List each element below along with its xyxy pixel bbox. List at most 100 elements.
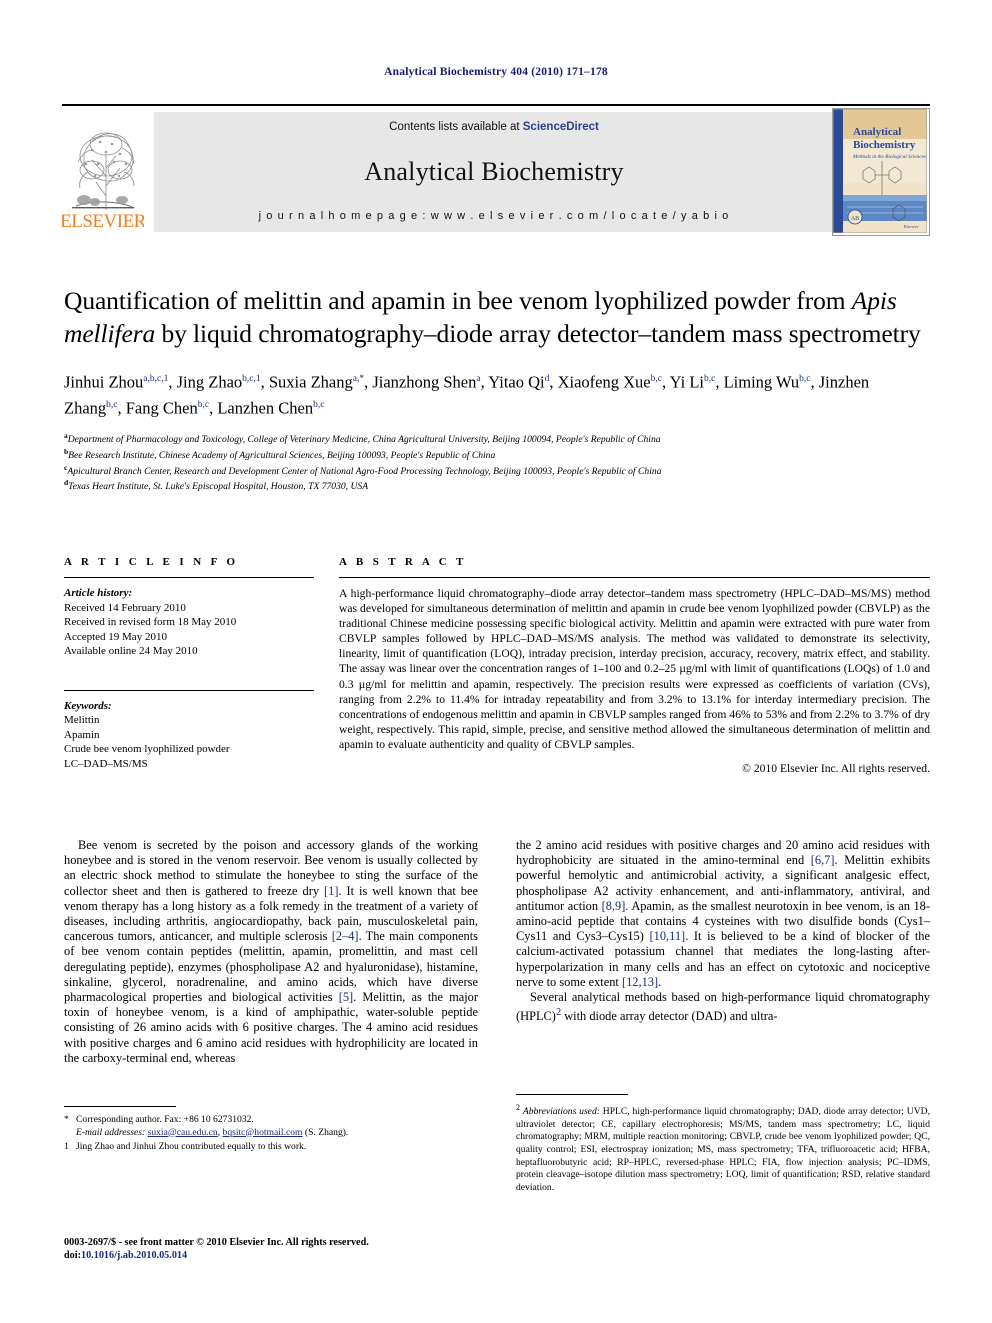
footnote-reference-marker[interactable]: 2 (556, 1007, 561, 1018)
keyword-item: Melittin (64, 714, 100, 726)
author-name: Jianzhong Shen (372, 372, 477, 392)
author-list: Jinhui Zhoua,b,c,1, Jing Zhaob,c,1, Suxi… (64, 372, 870, 418)
abbreviations-label: Abbreviations used: (522, 1106, 600, 1118)
author-affiliation-marker: a (476, 374, 481, 384)
abstract-text: A high-performance liquid chromatography… (339, 587, 930, 751)
svg-text:Methods in the Biological Scie: Methods in the Biological Sciences (852, 154, 926, 160)
abbreviations-marker: 2 (516, 1103, 520, 1112)
reference-citation[interactable]: [8,9] (602, 899, 626, 913)
abbreviations-footnote: 2 Abbreviations used: HPLC, high-perform… (516, 1102, 930, 1194)
reference-citation[interactable]: [12,13] (622, 975, 658, 989)
author-name: Jinhui Zhou (64, 372, 144, 392)
running-head: Analytical Biochemistry 404 (2010) 171–1… (384, 66, 608, 78)
affiliation-line: bBee Research Institute, Chinese Academy… (64, 446, 496, 461)
reference-citation[interactable]: [5] (339, 990, 353, 1004)
abbreviations-rule (516, 1094, 628, 1095)
contents-prefix: Contents lists available at (389, 121, 520, 133)
email-footnote: E-mail addresses: suxia@cau.edu.cn, bqsi… (64, 1127, 478, 1140)
email-attribution: (S. Zhang). (304, 1126, 349, 1138)
author-affiliation-marker: b,c (313, 399, 325, 410)
equal-contribution-marker: 1 (64, 1141, 69, 1153)
equal-contribution-footnote: 1 Jing Zhao and Jinhui Zhou contributed e… (64, 1141, 478, 1154)
affiliation-marker: a (64, 431, 68, 440)
article-history-item: Accepted 19 May 2010 (64, 630, 167, 643)
title-part-2: by liquid chromatography–diode array det… (155, 319, 921, 348)
left-footnotes: * Corresponding author. Fax: +86 10 62731… (64, 1106, 478, 1154)
article-info-heading: A R T I C L E I N F O (64, 556, 239, 568)
article-history-lines: Received 14 February 2010 Received in rev… (64, 601, 314, 659)
author-affiliation-marker: b,c (197, 399, 210, 410)
keywords-label: Keywords: (64, 699, 112, 712)
issn-line: 0003-2697/$ - see front matter © 2010 El… (64, 1237, 369, 1248)
author-name: Liming Wu (723, 372, 800, 392)
right-paragraphs: the 2 amino acid residues with positive … (516, 838, 930, 1025)
affiliation-marker: b (64, 446, 69, 456)
keyword-lines: Melittin Apamin Crude bee venom lyophilize… (64, 713, 314, 771)
article-info-column: A R T I C L E I N F O Article history: R… (64, 556, 314, 771)
keyword-item: LC–DAD–MS/MS (64, 757, 148, 770)
email-address-2[interactable]: bqsitc@hotmail.com (223, 1127, 303, 1138)
reference-citation[interactable]: [2–4] (332, 929, 359, 943)
author-affiliation-marker: b,c (704, 374, 716, 384)
body-paragraph: Bee venom is secreted by the poison and … (64, 838, 479, 1065)
title-part-1: Quantification of melittin and apamin in… (64, 286, 852, 315)
right-footnotes: 2 Abbreviations used: HPLC, high-perform… (516, 1094, 930, 1194)
body-column-left: Bee venom is secreted by the poison and … (64, 838, 478, 1152)
abstract-rule (339, 577, 930, 578)
article-history-item: Available online 24 May 2010 (64, 645, 198, 657)
journal-banner: Contents lists available at ScienceDirec… (154, 112, 834, 232)
author-name: Fang Chen (125, 398, 198, 417)
journal-article-page: Analytical Biochemistry 404 (2010) 171–1… (0, 0, 992, 1323)
author-affiliation-marker: a,b,c,1 (143, 374, 169, 384)
left-paragraphs: Bee venom is secreted by the poison and … (64, 838, 478, 1066)
svg-text:Analytical: Analytical (853, 126, 901, 138)
elsevier-logo: ELSEVIER (60, 114, 147, 234)
journal-homepage-link[interactable]: j o u r n a l h o m e p a g e : w w w . … (259, 210, 730, 222)
author-affiliation-marker: b,c (106, 399, 118, 410)
affiliation-line: dTexas Heart Institute, St. Luke's Episc… (64, 478, 369, 493)
affiliation-line: cApicultural Branch Center, Research and… (64, 462, 662, 477)
author-name: Yi Li (669, 372, 704, 392)
sciencedirect-link[interactable]: ScienceDirect (523, 121, 599, 133)
contents-available-line: Contents lists available at ScienceDirec… (389, 121, 599, 133)
page-title: Quantification of melittin and apamin in… (64, 284, 930, 350)
reference-citation[interactable]: [10,11] (650, 929, 686, 943)
author-affiliation-marker: d (544, 374, 550, 384)
svg-text:Elsevier: Elsevier (902, 224, 918, 229)
article-history-item: Received 14 February 2010 (64, 601, 186, 614)
author-name: Xiaofeng Xue (557, 372, 651, 392)
keyword-item: Crude bee venom lyophilized powder (64, 743, 230, 755)
reference-citation[interactable]: [1] (324, 884, 338, 898)
affiliation-line: aDepartment of Pharmacology and Toxicolo… (64, 431, 661, 446)
footnote-rule (64, 1106, 176, 1107)
journal-masthead: ELSEVIER Contents lists available at Sci… (60, 104, 930, 236)
issn-doi-footer: 0003-2697/$ - see front matter © 2010 El… (64, 1236, 494, 1262)
abbreviations-text: HPLC, high-performance liquid chromatogr… (516, 1106, 930, 1193)
corresponding-author-footnote: * Corresponding author. Fax: +86 10 62731… (64, 1114, 478, 1127)
email-address-1[interactable]: suxia@cau.edu.cn (148, 1127, 218, 1138)
body-columns: Bee venom is secreted by the poison and … (64, 838, 930, 1238)
equal-contribution-text: Jing Zhao and Jinhui Zhou contributed eq… (76, 1141, 307, 1153)
author-name: Suxia Zhang (268, 372, 353, 392)
journal-title: Analytical Biochemistry (364, 156, 624, 186)
author-affiliation-marker: b,c (650, 374, 662, 384)
elsevier-wordmark: ELSEVIER (62, 211, 144, 232)
article-history-label: Article history: (64, 587, 133, 599)
email-label: E-mail addresses: (76, 1126, 146, 1138)
reference-citation[interactable]: [6,7] (811, 853, 835, 867)
svg-text:Biochemistry: Biochemistry (853, 139, 916, 151)
author-name: Lanzhen Chen (217, 398, 314, 417)
affiliation-marker: c (64, 462, 68, 472)
journal-cover-thumbnail: Analytical Biochemistry Methods in the B… (832, 108, 930, 236)
doi-prefix: doi: (64, 1250, 81, 1261)
abstract-column: A B S T R A C T A high-performance liqui… (339, 556, 930, 775)
author-affiliation-marker: a,* (352, 374, 365, 384)
abstract-heading: A B S T R A C T (339, 556, 467, 568)
keywords-rule (64, 689, 314, 691)
doi-value[interactable]: 10.1016/j.ab.2010.05.014 (81, 1250, 187, 1261)
author-name: Jing Zhao (176, 372, 243, 392)
body-column-right: the 2 amino acid residues with positive … (516, 838, 930, 1193)
title-block: Quantification of melittin and apamin in… (64, 284, 930, 493)
author-affiliation-marker: b,c,1 (242, 374, 261, 384)
